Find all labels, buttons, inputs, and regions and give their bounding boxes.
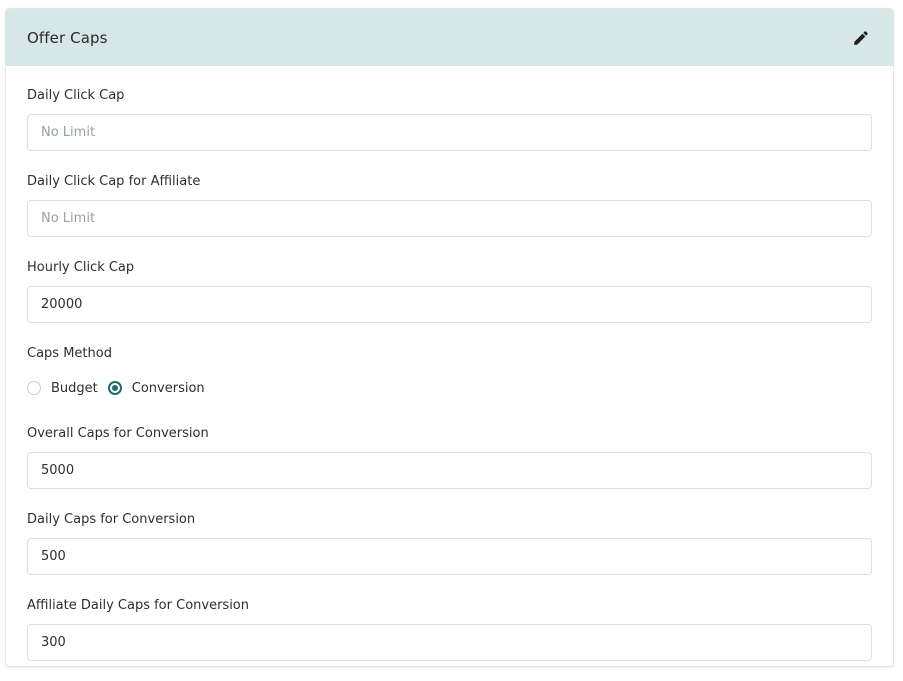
daily-click-cap-label: Daily Click Cap [27,88,125,103]
affiliate-daily-caps-conversion-label: Affiliate Daily Caps for Conversion [27,598,249,613]
affiliate-daily-caps-conversion-input[interactable] [27,624,872,661]
hourly-click-cap-field: Hourly Click Cap [27,260,872,323]
card-header: Offer Caps [6,9,893,66]
radio-conversion-label: Conversion [131,380,205,396]
overall-caps-conversion-label: Overall Caps for Conversion [27,426,209,441]
pencil-icon-svg [854,30,868,45]
daily-click-cap-input[interactable] [27,114,872,151]
daily-caps-conversion-label: Daily Caps for Conversion [27,512,196,527]
card-body: Daily Click Cap Daily Click Cap for Affi… [6,66,893,661]
overall-caps-conversion-input[interactable] [27,452,872,489]
radio-conversion[interactable] [107,381,122,395]
radio-budget[interactable] [27,381,41,395]
daily-caps-conversion-field: Daily Caps for Conversion [27,512,872,575]
caps-method-field: Caps Method Budget Conversion [27,346,872,398]
daily-click-cap-field: Daily Click Cap [27,88,872,151]
overall-caps-conversion-field: Overall Caps for Conversion [27,426,872,489]
daily-click-cap-affiliate-field: Daily Click Cap for Affiliate [27,174,872,237]
pencil-icon[interactable] [850,27,872,49]
offer-caps-card: Offer Caps Daily Click Cap Daily Click C… [5,8,894,667]
daily-click-cap-affiliate-input[interactable] [27,200,872,237]
daily-click-cap-affiliate-label: Daily Click Cap for Affiliate [27,174,201,189]
card-title: Offer Caps [27,28,108,47]
hourly-click-cap-label: Hourly Click Cap [27,260,135,275]
radio-option-conversion[interactable]: Conversion [107,380,205,396]
caps-method-radio-group: Budget Conversion [27,378,872,398]
radio-budget-label: Budget [51,380,98,396]
affiliate-daily-caps-conversion-field: Affiliate Daily Caps for Conversion [27,598,872,661]
radio-option-budget[interactable]: Budget [27,381,98,396]
daily-caps-conversion-input[interactable] [27,538,872,575]
caps-method-label: Caps Method [27,346,112,361]
hourly-click-cap-input[interactable] [27,286,872,323]
